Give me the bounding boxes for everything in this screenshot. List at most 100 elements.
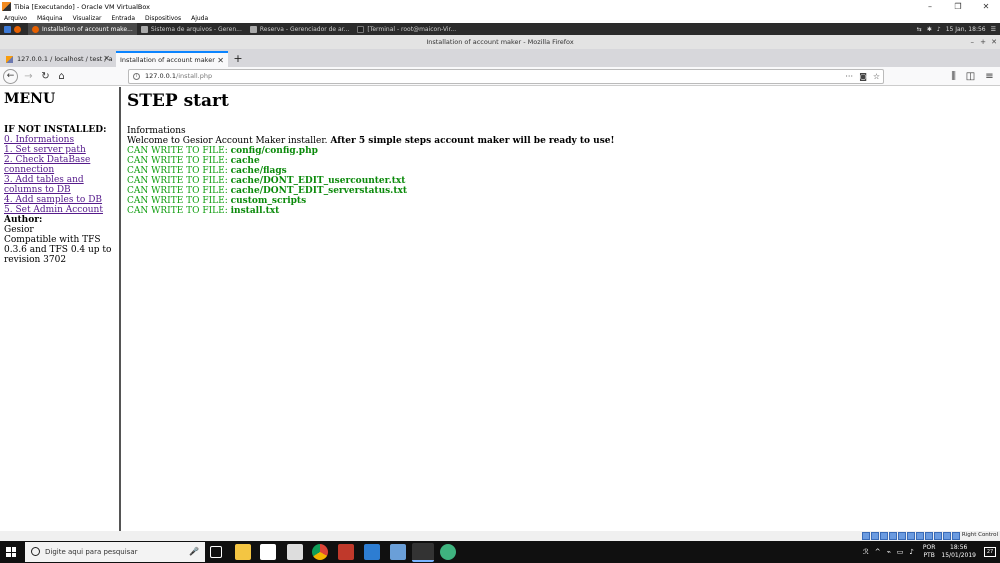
- info-icon[interactable]: i: [133, 73, 140, 80]
- file-status-row: CAN WRITE TO FILE: cache: [127, 156, 260, 166]
- notification-center-icon[interactable]: 27: [984, 547, 996, 557]
- keyboard-icon[interactable]: [952, 532, 960, 540]
- sidebar-icon[interactable]: ◫: [963, 69, 978, 84]
- guest-menu-button[interactable]: [0, 23, 28, 35]
- menu-link-add-samples[interactable]: 4. Add samples to DB: [4, 195, 115, 205]
- close-tab-icon[interactable]: ✕: [103, 54, 110, 63]
- guest-task-files[interactable]: Sistema de arquivos - Geren...: [137, 23, 246, 35]
- recording-icon[interactable]: [925, 532, 933, 540]
- author-name: Gesior: [4, 225, 34, 235]
- author-label: Author:: [4, 215, 43, 225]
- bluetooth-icon[interactable]: ✱: [927, 26, 932, 33]
- cpu-icon[interactable]: [934, 532, 942, 540]
- display-icon[interactable]: [916, 532, 924, 540]
- menu-link-server-path[interactable]: 1. Set server path: [4, 145, 115, 155]
- menu-maquina[interactable]: Máquina: [37, 15, 63, 22]
- terminal-icon: [357, 25, 365, 33]
- guest-clock[interactable]: 15 Jan, 18:56: [946, 26, 986, 33]
- menu-link-informations[interactable]: 0. Informations: [4, 135, 115, 145]
- compat-text: Compatible with TFS 0.3.6 and TFS 0.4 up…: [4, 235, 112, 265]
- info-label: Informations: [127, 126, 186, 136]
- maximize-icon[interactable]: ❐: [946, 0, 970, 13]
- optical-icon[interactable]: [871, 532, 879, 540]
- bookmark-star-icon[interactable]: ☆: [873, 70, 880, 83]
- file-explorer-icon[interactable]: [235, 544, 251, 560]
- volume-icon[interactable]: ♪: [937, 26, 941, 33]
- guest-task-files2[interactable]: Reserva - Gerenciador de ar...: [246, 23, 353, 35]
- file-status-row: CAN WRITE TO FILE: config/config.php: [127, 146, 318, 156]
- page-content: MENU IF NOT INSTALLED: 0. Informations 1…: [0, 87, 1000, 531]
- menu-visualizar[interactable]: Visualizar: [73, 15, 102, 22]
- menu-link-add-tables[interactable]: 3. Add tables and columns to DB: [4, 175, 115, 195]
- task-view-icon[interactable]: [210, 546, 222, 558]
- language-indicator[interactable]: POR PTB: [923, 544, 936, 560]
- network-icon[interactable]: ⇆: [917, 26, 922, 33]
- windows-taskbar: Digite aqui para pesquisar 🎤 ℛ ^ ⌁ ▭ ♪ P…: [0, 541, 1000, 563]
- hamburger-menu-icon[interactable]: ≡: [982, 69, 997, 84]
- file-status-row: CAN WRITE TO FILE: cache/DONT_EDIT_serve…: [127, 186, 407, 196]
- ff-maximize-icon[interactable]: +: [980, 35, 986, 49]
- menu-section-title: IF NOT INSTALLED:: [4, 125, 107, 135]
- url-path: /install.php: [176, 72, 213, 80]
- menu-arquivo[interactable]: Arquivo: [4, 15, 27, 22]
- windows-start-icon[interactable]: [6, 547, 16, 557]
- menu-link-check-db[interactable]: 2. Check DataBase connection: [4, 155, 115, 175]
- user-icon[interactable]: ☰: [991, 26, 996, 33]
- page-actions-icon[interactable]: ···: [845, 70, 853, 83]
- reload-button[interactable]: ↻: [38, 69, 53, 84]
- hdd-icon[interactable]: [862, 532, 870, 540]
- file-status-row: CAN WRITE TO FILE: install.txt: [127, 206, 280, 216]
- virtualbox-taskbar-icon[interactable]: [390, 544, 406, 560]
- ff-close-icon[interactable]: ✕: [991, 35, 997, 49]
- new-tab-button[interactable]: +: [230, 51, 246, 67]
- taskbar-clock[interactable]: 18:56 15/01/2019: [941, 544, 976, 560]
- app-blue-icon[interactable]: [364, 544, 380, 560]
- firefox-icon: [14, 25, 21, 33]
- pocket-icon[interactable]: ◙: [859, 70, 867, 83]
- minimize-icon[interactable]: –: [918, 0, 942, 13]
- menu-entrada[interactable]: Entrada: [111, 15, 135, 22]
- taskbar-search[interactable]: Digite aqui para pesquisar 🎤: [25, 542, 205, 562]
- close-icon[interactable]: ✕: [974, 0, 998, 13]
- network-icon[interactable]: [889, 532, 897, 540]
- host-key-label: Right Control: [961, 532, 998, 538]
- tray-expand-icon[interactable]: ^: [875, 548, 881, 556]
- audio-icon[interactable]: [880, 532, 888, 540]
- volume-tray-icon[interactable]: ♪: [909, 548, 913, 556]
- guest-task-firefox[interactable]: Installation of account make...: [28, 23, 137, 35]
- store-icon[interactable]: [260, 544, 276, 560]
- navigation-bar: ← → ↻ ⌂ i 127.0.0.1/install.php ··· ◙ ☆ …: [0, 67, 1000, 86]
- guest-task-terminal[interactable]: [Terminal - root@maicon-Vir...: [353, 23, 460, 35]
- app-green-icon[interactable]: [440, 544, 456, 560]
- home-button[interactable]: ⌂: [54, 69, 69, 84]
- back-button[interactable]: ←: [3, 69, 18, 84]
- people-icon[interactable]: ℛ: [863, 548, 869, 556]
- menu-ajuda[interactable]: Ajuda: [191, 15, 208, 22]
- mouse-icon[interactable]: [943, 532, 951, 540]
- menu-dispositivos[interactable]: Dispositivos: [145, 15, 181, 22]
- usb-icon[interactable]: [898, 532, 906, 540]
- mail-icon[interactable]: [287, 544, 303, 560]
- tab-strip: 127.0.0.1 / localhost / test / a ✕ Insta…: [0, 49, 1000, 67]
- forward-button[interactable]: →: [21, 69, 36, 84]
- welcome-line: Welcome to Gesior Account Maker installe…: [127, 136, 615, 146]
- chrome-icon[interactable]: [312, 544, 328, 560]
- app-red-icon[interactable]: [338, 544, 354, 560]
- network-tray-icon[interactable]: ▭: [897, 548, 904, 556]
- shared-folder-icon[interactable]: [907, 532, 915, 540]
- url-host: 127.0.0.1: [145, 72, 177, 80]
- xfce-menu-icon: [4, 25, 11, 33]
- url-bar[interactable]: i 127.0.0.1/install.php ··· ◙ ☆: [128, 69, 884, 84]
- microphone-icon[interactable]: 🎤: [189, 542, 199, 562]
- virtualbox-icon: [2, 2, 11, 11]
- vbox-status-bar: Right Control: [0, 531, 1000, 541]
- library-icon[interactable]: ⫼: [946, 69, 961, 84]
- cortana-icon: [31, 547, 40, 556]
- close-tab-icon[interactable]: ✕: [217, 56, 224, 65]
- ff-minimize-icon[interactable]: –: [971, 35, 975, 49]
- menu-link-admin-account[interactable]: 5. Set Admin Account: [4, 205, 115, 215]
- tab-phpmyadmin[interactable]: 127.0.0.1 / localhost / test / a ✕: [2, 51, 114, 67]
- tibia-active-icon[interactable]: [412, 543, 434, 562]
- power-icon[interactable]: ⌁: [887, 548, 891, 556]
- tab-installation[interactable]: Installation of account maker ✕: [116, 51, 228, 67]
